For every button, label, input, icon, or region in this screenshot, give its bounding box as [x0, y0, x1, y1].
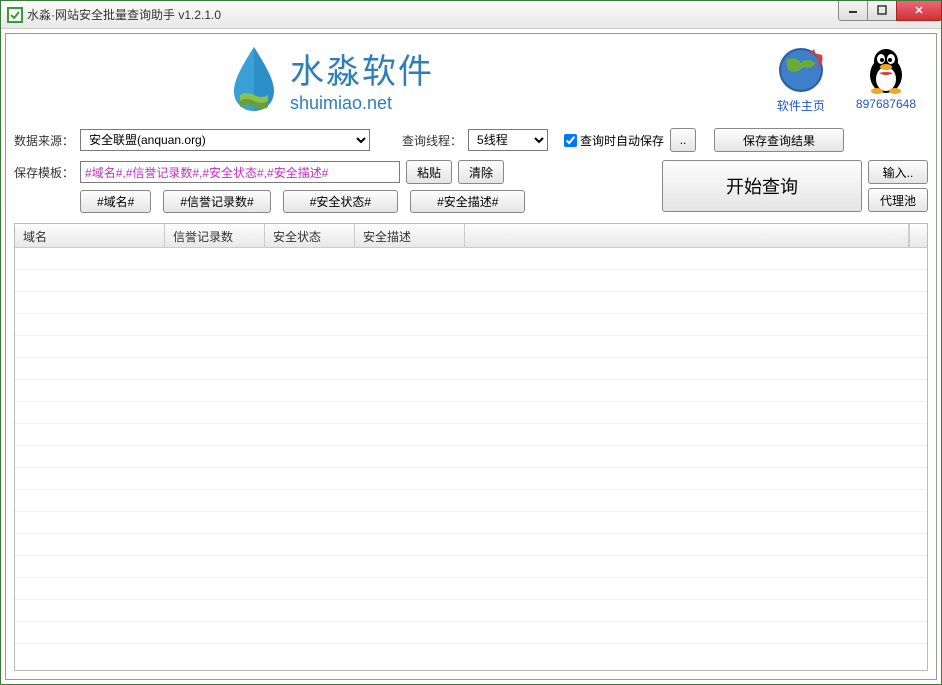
table-row: [15, 468, 927, 490]
window-controls: [838, 1, 941, 21]
logo: 水淼软件 shuimiao.net: [226, 43, 434, 115]
home-link[interactable]: 软件主页: [776, 45, 826, 114]
thread-select[interactable]: 5线程: [468, 129, 548, 151]
table-row: [15, 402, 927, 424]
save-result-button[interactable]: 保存查询结果: [714, 128, 844, 152]
input-button[interactable]: 输入..: [868, 160, 928, 184]
col-desc[interactable]: 安全描述: [355, 224, 465, 247]
table-row: [15, 248, 927, 270]
tag-domain[interactable]: #域名#: [80, 190, 151, 213]
table-row: [15, 600, 927, 622]
window-title: 水淼·网站安全批量查询助手 v1.2.1.0: [27, 6, 838, 23]
close-button[interactable]: [896, 1, 942, 21]
proxy-pool-button[interactable]: 代理池: [868, 188, 928, 212]
clear-button[interactable]: 清除: [458, 160, 504, 184]
col-domain[interactable]: 域名: [15, 224, 165, 247]
globe-icon: [776, 45, 826, 95]
qq-link[interactable]: 897687648: [856, 45, 916, 114]
table-row: [15, 446, 927, 468]
table-row: [15, 578, 927, 600]
table-row: [15, 292, 927, 314]
table-row: [15, 314, 927, 336]
col-spacer: [465, 224, 909, 247]
qq-penguin-icon: [861, 45, 911, 95]
row-template: 保存模板： 粘贴 清除 #域名# #信誉记录数# #安全状态# #安全描述# 开…: [6, 156, 936, 217]
col-status[interactable]: 安全状态: [265, 224, 355, 247]
logo-main: 水淼软件: [290, 44, 434, 93]
content-frame: 水淼软件 shuimiao.net 软件主页: [5, 33, 937, 680]
table-row: [15, 270, 927, 292]
thread-label: 查询线程：: [402, 132, 462, 149]
autosave-label: 查询时自动保存: [580, 132, 664, 149]
header-links: 软件主页 89: [776, 45, 916, 114]
tag-desc[interactable]: #安全描述#: [410, 190, 525, 213]
paste-button[interactable]: 粘贴: [406, 160, 452, 184]
qq-link-label: 897687648: [856, 97, 916, 111]
titlebar[interactable]: 水淼·网站安全批量查询助手 v1.2.1.0: [1, 1, 941, 29]
table-row: [15, 556, 927, 578]
table-row: [15, 380, 927, 402]
template-input[interactable]: [80, 161, 400, 183]
table-body[interactable]: [15, 248, 927, 670]
source-label: 数据来源：: [14, 132, 74, 149]
table-header: 域名 信誉记录数 安全状态 安全描述: [15, 224, 927, 248]
row-source: 数据来源： 安全联盟(anquan.org) 查询线程： 5线程 查询时自动保存…: [6, 124, 936, 156]
table-row: [15, 534, 927, 556]
app-window: 水淼·网站安全批量查询助手 v1.2.1.0 水淼软件 shuimiao.net: [0, 0, 942, 685]
maximize-button[interactable]: [867, 1, 897, 21]
tag-status[interactable]: #安全状态#: [283, 190, 398, 213]
table-row: [15, 358, 927, 380]
tag-reputation[interactable]: #信誉记录数#: [163, 190, 270, 213]
home-link-label: 软件主页: [777, 97, 825, 114]
source-select[interactable]: 安全联盟(anquan.org): [80, 129, 370, 151]
template-label: 保存模板：: [14, 164, 74, 181]
table-row: [15, 490, 927, 512]
col-scrollbar-gutter: [909, 224, 927, 247]
header-band: 水淼软件 shuimiao.net 软件主页: [6, 34, 936, 124]
autosave-checkbox[interactable]: [564, 134, 577, 147]
table-row: [15, 512, 927, 534]
app-icon: [7, 7, 23, 23]
results-table: 域名 信誉记录数 安全状态 安全描述: [14, 223, 928, 671]
logo-sub: shuimiao.net: [290, 93, 434, 114]
water-drop-icon: [226, 43, 282, 115]
start-query-button[interactable]: 开始查询: [662, 160, 862, 212]
minimize-button[interactable]: [838, 1, 868, 21]
table-row: [15, 336, 927, 358]
logo-text: 水淼软件 shuimiao.net: [290, 44, 434, 114]
browse-button[interactable]: ..: [670, 128, 696, 152]
table-row: [15, 424, 927, 446]
col-reputation[interactable]: 信誉记录数: [165, 224, 265, 247]
table-row: [15, 622, 927, 644]
